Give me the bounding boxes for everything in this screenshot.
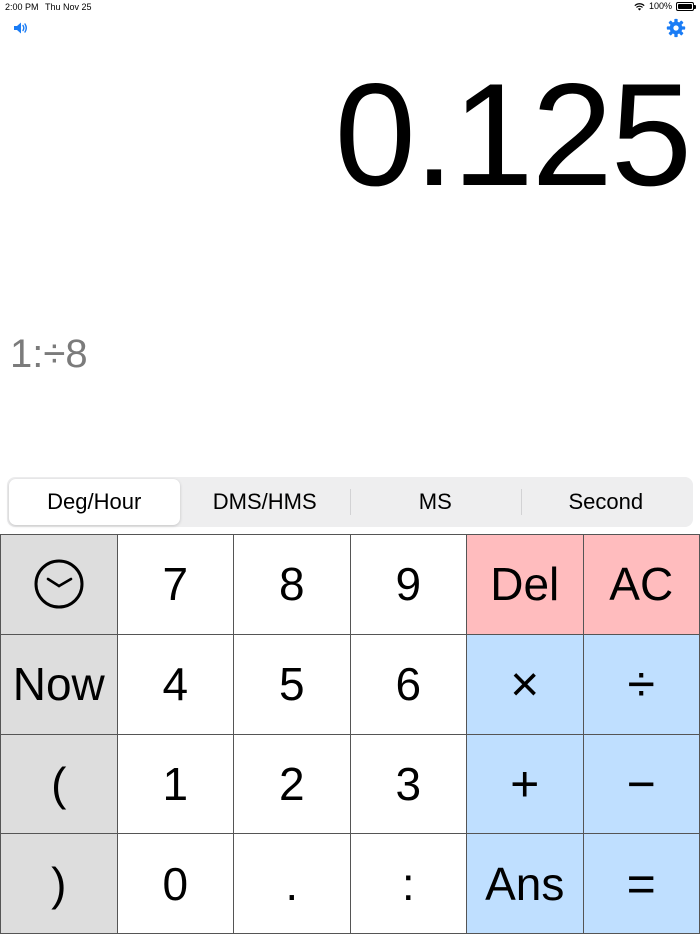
key-7[interactable]: 7 (117, 535, 234, 635)
result-display: 0.125 (334, 53, 692, 216)
speaker-icon[interactable] (13, 21, 29, 35)
equals-button[interactable]: = (583, 834, 700, 934)
expression-display: 1:÷8 (10, 332, 88, 376)
keypad: 7 8 9 Del AC Now 4 5 6 × ÷ ( 1 2 3 + − )… (0, 534, 700, 934)
status-indicators: 100% (634, 1, 696, 11)
minus-button[interactable]: − (583, 734, 700, 835)
wifi-icon (634, 2, 645, 11)
mode-deg-hour[interactable]: Deg/Hour (9, 479, 180, 525)
mode-selector: Deg/Hour DMS/HMS MS Second (7, 477, 693, 527)
key-2[interactable]: 2 (234, 734, 351, 835)
plus-button[interactable]: + (467, 734, 584, 835)
battery-icon (676, 1, 696, 11)
key-5[interactable]: 5 (234, 634, 351, 735)
clock-button[interactable] (1, 535, 118, 635)
key-9[interactable]: 9 (350, 535, 467, 635)
key-0[interactable]: 0 (117, 834, 234, 934)
status-time: 2:00 PM (5, 2, 39, 12)
decimal-point-button[interactable]: . (234, 834, 351, 934)
answer-button[interactable]: Ans (467, 834, 584, 934)
mode-ms[interactable]: MS (350, 479, 521, 525)
key-4[interactable]: 4 (117, 634, 234, 735)
status-bar: 2:00 PM Thu Nov 25 100% (0, 0, 700, 14)
colon-button[interactable]: : (350, 834, 467, 934)
delete-button[interactable]: Del (467, 535, 584, 635)
all-clear-button[interactable]: AC (583, 535, 700, 635)
key-3[interactable]: 3 (350, 734, 467, 835)
gear-icon[interactable] (666, 18, 686, 38)
multiply-button[interactable]: × (467, 634, 584, 735)
divide-button[interactable]: ÷ (583, 634, 700, 735)
mode-second[interactable]: Second (520, 479, 692, 525)
battery-percent: 100% (648, 1, 672, 11)
clock-icon (34, 559, 84, 609)
now-button[interactable]: Now (1, 634, 118, 735)
key-1[interactable]: 1 (117, 734, 234, 835)
key-6[interactable]: 6 (350, 634, 467, 735)
status-date: Thu Nov 25 (45, 2, 92, 12)
key-8[interactable]: 8 (234, 535, 351, 635)
mode-dms-hms[interactable]: DMS/HMS (180, 479, 351, 525)
open-paren-button[interactable]: ( (1, 734, 118, 835)
close-paren-button[interactable]: ) (1, 834, 118, 934)
